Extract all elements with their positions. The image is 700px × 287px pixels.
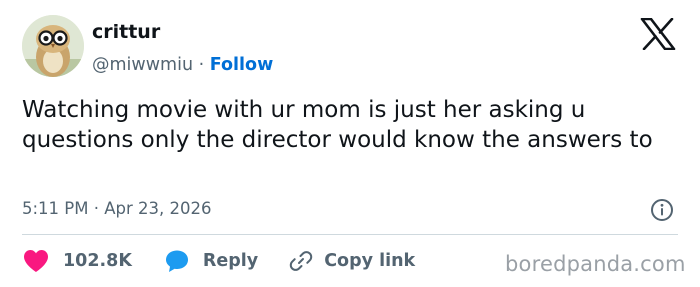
author-info: crittur @miwwmiu · Follow	[92, 21, 273, 75]
divider	[22, 234, 678, 235]
handle-line: @miwwmiu · Follow	[92, 55, 273, 75]
reply-button[interactable]: Reply	[132, 248, 258, 274]
tweet-text: Watching movie with ur mom is just her a…	[22, 97, 653, 153]
separator-dot: ·	[198, 55, 205, 75]
user-handle[interactable]: @miwwmiu	[92, 55, 193, 75]
like-count: 102.8K	[63, 251, 132, 271]
link-icon	[289, 251, 313, 271]
action-bar: 102.8K Reply Copy link	[22, 248, 415, 274]
watermark: boredpanda.com	[505, 252, 686, 276]
copy-link-button[interactable]: Copy link	[258, 248, 415, 274]
copy-link-label: Copy link	[324, 251, 416, 271]
display-name[interactable]: crittur	[92, 21, 273, 43]
like-button[interactable]: 102.8K	[22, 248, 132, 274]
tweet-timestamp[interactable]: 5:11 PM · Apr 23, 2026	[22, 199, 211, 218]
info-icon[interactable]	[649, 197, 675, 223]
speech-bubble-icon	[165, 250, 188, 272]
follow-button[interactable]: Follow	[210, 55, 273, 75]
x-logo-icon[interactable]	[640, 18, 676, 50]
heart-icon	[24, 250, 48, 272]
owl-avatar-image	[22, 15, 84, 77]
avatar[interactable]	[22, 15, 84, 77]
reply-label: Reply	[202, 251, 259, 271]
